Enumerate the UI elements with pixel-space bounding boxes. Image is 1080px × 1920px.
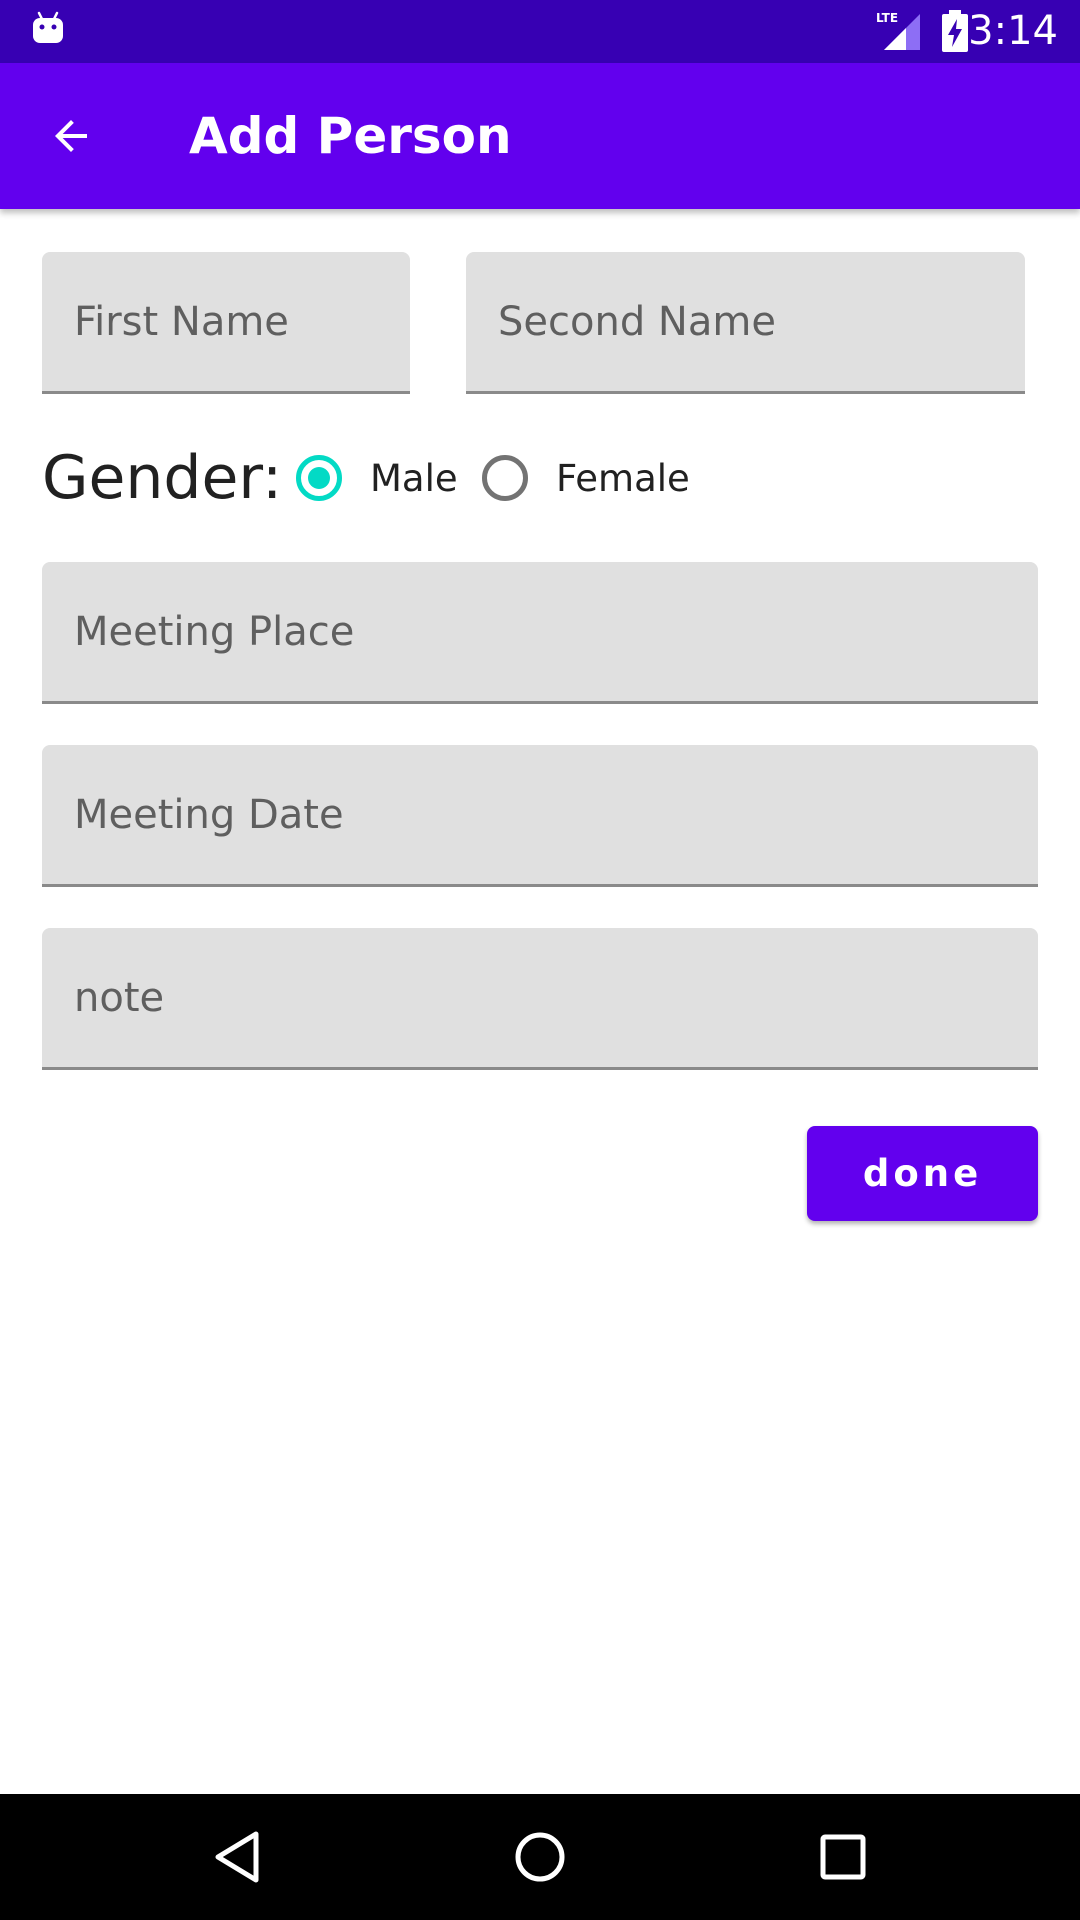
meeting-date-field[interactable]: Meeting Date: [42, 745, 1038, 887]
first-name-placeholder: First Name: [74, 298, 289, 345]
second-name-field[interactable]: Second Name: [466, 252, 1025, 394]
radio-unchecked-icon: [482, 455, 528, 501]
nav-recents-button[interactable]: [808, 1822, 878, 1892]
radio-checked-icon: [296, 455, 342, 501]
battery-charging-icon: [942, 10, 968, 52]
nav-home-button[interactable]: [505, 1822, 575, 1892]
second-name-placeholder: Second Name: [498, 298, 776, 345]
app-bar: Add Person: [0, 63, 1080, 209]
meeting-place-field[interactable]: Meeting Place: [42, 562, 1038, 704]
navigation-bar: [0, 1794, 1080, 1920]
arrow-back-icon: [55, 120, 87, 152]
meeting-place-placeholder: Meeting Place: [74, 608, 355, 655]
status-time: 3:14: [968, 8, 1058, 54]
svg-text:LTE: LTE: [876, 11, 898, 25]
page-title: Add Person: [189, 107, 512, 165]
lte-signal-icon: LTE: [876, 11, 920, 50]
gender-label: Gender:: [42, 443, 283, 513]
nav-back-icon: [215, 1831, 259, 1883]
note-placeholder: note: [74, 974, 165, 1021]
nav-back-button[interactable]: [202, 1822, 272, 1892]
android-icon: [33, 11, 63, 43]
first-name-field[interactable]: First Name: [42, 252, 410, 394]
meeting-date-placeholder: Meeting Date: [74, 791, 344, 838]
nav-home-icon: [515, 1832, 565, 1882]
gender-male-label: Male: [370, 456, 458, 500]
status-bar: LTE 3:14: [0, 0, 1080, 63]
nav-recents-icon: [820, 1834, 866, 1880]
done-button[interactable]: done: [807, 1126, 1038, 1221]
gender-radio-female[interactable]: Female: [482, 448, 690, 508]
gender-radio-male[interactable]: Male: [296, 448, 458, 508]
gender-female-label: Female: [556, 456, 690, 500]
back-button[interactable]: [34, 99, 108, 173]
note-field[interactable]: note: [42, 928, 1038, 1070]
